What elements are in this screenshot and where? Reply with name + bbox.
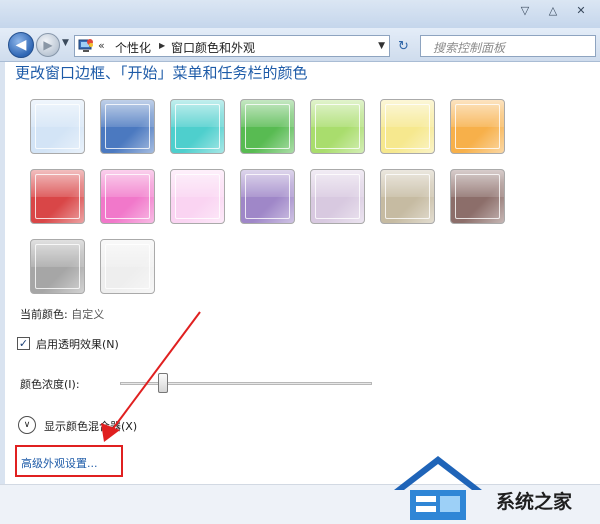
color-swatch-blush[interactable]	[170, 169, 225, 224]
arrow-left-icon: ◀	[15, 37, 27, 53]
watermark-text: 系统之家	[496, 491, 573, 513]
forward-button[interactable]: ▶	[36, 33, 60, 57]
current-color-row: 当前颜色: 自定义	[20, 306, 104, 322]
color-swatch-pale-yellow[interactable]	[380, 99, 435, 154]
color-swatch-taupe[interactable]	[380, 169, 435, 224]
chevron-down-icon[interactable]: ▼	[378, 41, 385, 51]
recent-pages-dropdown[interactable]: ▼	[62, 38, 69, 48]
chevron-down-icon: ∨	[23, 420, 31, 430]
maximize-button[interactable]: △	[540, 2, 566, 20]
navigation-bar: ◀ ▶ ▼ « 个性化 ▶ 窗口颜色和外观 ▼ ↻ 搜索控制面板	[0, 28, 600, 62]
close-button[interactable]: ✕	[568, 2, 594, 20]
transparency-checkbox[interactable]: ✓	[17, 337, 30, 350]
advanced-appearance-text[interactable]: 高级外观设置...	[21, 457, 98, 470]
chevron-right-icon[interactable]: ▶	[159, 41, 165, 50]
color-swatch-lime[interactable]	[310, 99, 365, 154]
back-button[interactable]: ◀	[8, 32, 34, 58]
color-swatch-chocolate[interactable]	[450, 169, 505, 224]
color-swatch-frost[interactable]	[100, 239, 155, 294]
color-swatch-ruby[interactable]	[30, 169, 85, 224]
breadcrumb-personalization[interactable]: 个性化	[115, 39, 151, 56]
arrow-right-icon: ▶	[43, 38, 53, 52]
mixer-toggle-label[interactable]: 显示颜色混合器(X)	[44, 418, 137, 434]
control-panel-icon	[78, 39, 93, 52]
intensity-label: 颜色浓度(I):	[20, 378, 80, 391]
color-swatch-sea[interactable]	[170, 99, 225, 154]
breadcrumb-overflow[interactable]: «	[98, 39, 105, 52]
current-color-label: 当前颜色:	[20, 308, 68, 321]
refresh-icon[interactable]: ↻	[398, 39, 409, 54]
color-swatch-slate[interactable]	[30, 239, 85, 294]
title-bar: ▽ △ ✕	[0, 0, 600, 28]
transparency-label[interactable]: 启用透明效果(N)	[36, 336, 119, 352]
expand-mixer-button[interactable]: ∨	[18, 416, 36, 434]
search-input[interactable]: 搜索控制面板	[420, 35, 596, 57]
current-color-value: 自定义	[71, 308, 105, 321]
color-swatch-fuchsia[interactable]	[100, 169, 155, 224]
watermark-logo-icon	[394, 456, 482, 520]
advanced-appearance-link[interactable]: 高级外观设置...	[15, 445, 123, 477]
color-swatch-twilight[interactable]	[100, 99, 155, 154]
breadcrumb-window-color[interactable]: 窗口颜色和外观	[171, 39, 255, 56]
page-title: 更改窗口边框、「开始」菜单和任务栏的颜色	[15, 64, 308, 82]
color-swatch-orange[interactable]	[450, 99, 505, 154]
color-swatch-sky[interactable]	[30, 99, 85, 154]
minimize-button[interactable]: ▽	[512, 2, 538, 20]
search-placeholder: 搜索控制面板	[433, 41, 506, 55]
address-field[interactable]: « 个性化 ▶ 窗口颜色和外观 ▼	[74, 35, 390, 57]
color-swatch-violet[interactable]	[240, 169, 295, 224]
content-pane: 更改窗口边框、「开始」菜单和任务栏的颜色 当前颜色: 自定义 ✓ 启用透明效果(…	[0, 62, 600, 484]
color-swatch-lavender[interactable]	[310, 169, 365, 224]
color-swatch-leaf[interactable]	[240, 99, 295, 154]
intensity-slider-thumb[interactable]	[157, 373, 168, 393]
